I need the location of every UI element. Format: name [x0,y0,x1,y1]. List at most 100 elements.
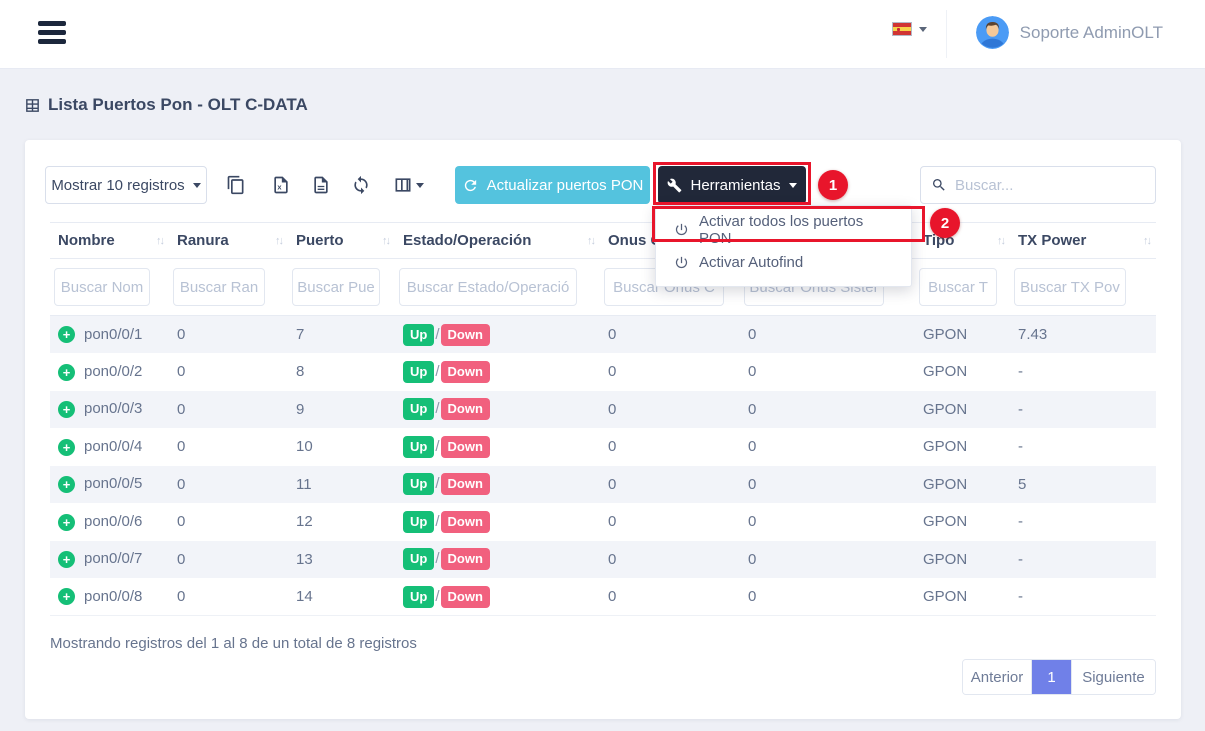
tools-dropdown-menu: Activar todos los puertos PON Activar Au… [655,205,912,287]
menu-item-activate-autofind[interactable]: Activar Autofind [656,246,911,279]
cell-ranura: 0 [169,578,288,616]
table-row: +pon0/0/6012Up/Down00GPON- [50,503,1156,541]
cell-estado: Up/Down [395,428,600,466]
cell-nombre: +pon0/0/6 [50,503,169,541]
cell-tipo: GPON [915,541,1010,579]
power-icon [674,255,689,270]
cell-onus-sister: 0 [740,466,915,504]
table-row: +pon0/0/4010Up/Down00GPON- [50,428,1156,466]
sort-icon[interactable]: ↑↓ [275,235,282,247]
filter-tipo-input[interactable] [919,268,997,306]
cell-ranura: 0 [169,503,288,541]
cell-ranura: 0 [169,316,288,354]
column-header-nombre[interactable]: Nombre↑↓ [50,223,169,259]
table-body: +pon0/0/107Up/Down00GPON7.43+pon0/0/208U… [50,316,1156,616]
status-down-badge: Down [441,473,490,495]
cell-onus-sister: 0 [740,428,915,466]
status-up-badge: Up [403,511,434,533]
top-navbar: Soporte AdminOLT [0,0,1205,68]
chevron-down-icon [193,183,201,188]
pagination: Anterior 1 Siguiente [962,659,1156,695]
cell-estado: Up/Down [395,316,600,354]
copy-icon[interactable] [224,173,248,197]
app-root: Soporte AdminOLT Lista Puertos Pon - OLT… [0,0,1205,731]
expand-row-icon[interactable]: + [58,588,75,605]
status-down-badge: Down [441,511,490,533]
cell-tipo: GPON [915,503,1010,541]
sort-icon[interactable]: ↑↓ [156,235,163,247]
pagination-page-1-button[interactable]: 1 [1032,660,1071,694]
column-header-ranura[interactable]: Ranura↑↓ [169,223,288,259]
pagination-previous-button[interactable]: Anterior [963,660,1032,694]
records-info: Mostrando registros del 1 al 8 de un tot… [50,635,417,652]
cell-tipo: GPON [915,466,1010,504]
column-header-estado[interactable]: Estado/Operación↑↓ [395,223,600,259]
column-header-puerto[interactable]: Puerto↑↓ [288,223,395,259]
ports-card: Mostrar 10 registros x Actualizar puerto… [25,140,1181,719]
expand-row-icon[interactable]: + [58,551,75,568]
expand-row-icon[interactable]: + [58,401,75,418]
cell-onus-sister: 0 [740,541,915,579]
cell-onus-c: 0 [600,391,740,429]
status-up-badge: Up [403,361,434,383]
cell-tx-power: - [1010,541,1156,579]
cell-estado: Up/Down [395,541,600,579]
annotation-step-badge: 2 [930,208,960,238]
file-export-icon[interactable] [309,173,333,197]
table-header-row: Nombre↑↓ Ranura↑↓ Puerto↑↓ Estado/Operac… [50,223,1156,259]
expand-row-icon[interactable]: + [58,439,75,456]
column-visibility-icon[interactable] [389,173,427,197]
pagination-next-button[interactable]: Siguiente [1071,660,1155,694]
tools-dropdown-button[interactable]: Herramientas [658,166,806,204]
expand-row-icon[interactable]: + [58,326,75,343]
cell-ranura: 0 [169,391,288,429]
expand-row-icon[interactable]: + [58,364,75,381]
cell-onus-c: 0 [600,316,740,354]
user-menu[interactable]: Soporte AdminOLT [976,16,1163,49]
spain-flag-icon [892,22,912,36]
table-row: +pon0/0/5011Up/Down00GPON5 [50,466,1156,504]
filter-nombre-input[interactable] [54,268,150,306]
cell-estado: Up/Down [395,503,600,541]
menu-item-activate-all-pon-ports[interactable]: Activar todos los puertos PON [656,213,911,246]
sort-icon[interactable]: ↑↓ [382,235,389,247]
cell-ranura: 0 [169,541,288,579]
filter-ranura-input[interactable] [173,268,265,306]
length-menu-button[interactable]: Mostrar 10 registros [45,166,207,204]
cell-ranura: 0 [169,353,288,391]
cell-tipo: GPON [915,578,1010,616]
cell-nombre: +pon0/0/2 [50,353,169,391]
filter-estado-input[interactable] [399,268,577,306]
refresh-icon[interactable] [349,173,373,197]
sort-icon[interactable]: ↑↓ [587,235,594,247]
filter-puerto-input[interactable] [292,268,380,306]
cell-puerto: 8 [288,353,395,391]
expand-row-icon[interactable]: + [58,476,75,493]
status-up-badge: Up [403,398,434,420]
sort-icon[interactable]: ↑↓ [1143,235,1150,247]
search-input[interactable] [955,177,1145,194]
cell-tipo: GPON [915,428,1010,466]
navbar-divider [946,10,947,58]
status-up-badge: Up [403,436,434,458]
cell-onus-sister: 0 [740,316,915,354]
cell-onus-sister: 0 [740,503,915,541]
filter-tx-power-input[interactable] [1014,268,1126,306]
cell-nombre: +pon0/0/5 [50,466,169,504]
column-header-tx-power[interactable]: TX Power↑↓ [1010,223,1156,259]
table-row: +pon0/0/309Up/Down00GPON- [50,391,1156,429]
chevron-down-icon [919,27,927,32]
column-header-tipo[interactable]: Tipo↑↓ [915,223,1010,259]
cell-puerto: 10 [288,428,395,466]
cell-onus-c: 0 [600,503,740,541]
language-selector[interactable] [892,22,927,36]
status-up-badge: Up [403,548,434,570]
cell-onus-c: 0 [600,466,740,504]
excel-export-icon[interactable]: x [269,173,293,197]
menu-toggle-icon[interactable] [38,21,66,47]
expand-row-icon[interactable]: + [58,514,75,531]
sort-icon[interactable]: ↑↓ [997,235,1004,247]
cell-ranura: 0 [169,428,288,466]
update-pon-ports-button[interactable]: Actualizar puertos PON [455,166,650,204]
table-filter-row [50,259,1156,316]
